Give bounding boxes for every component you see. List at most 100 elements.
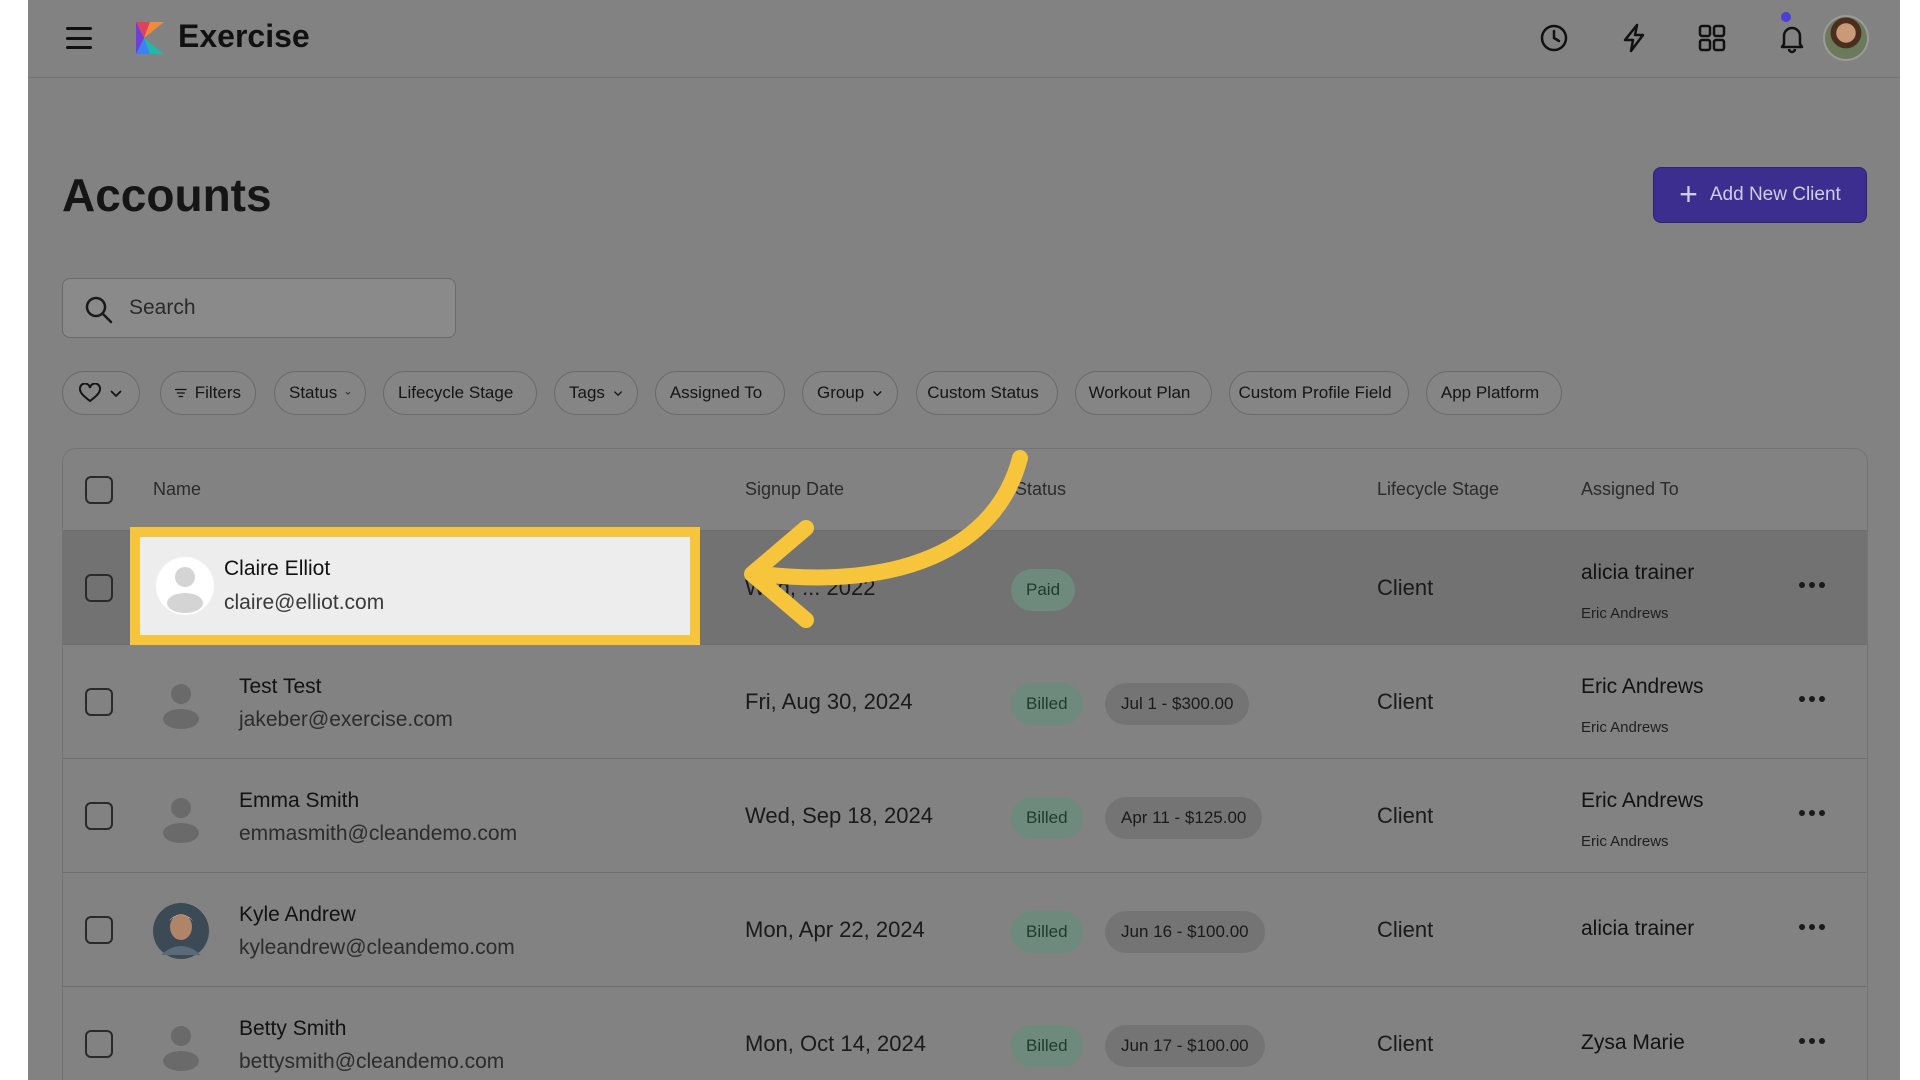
default-avatar-icon	[163, 798, 199, 843]
filter-chip-label: App Platform	[1440, 383, 1540, 402]
client-email: kyleandrew@cleandemo.com	[239, 936, 515, 959]
app-window: Exercise Accounts + Add New Client Filte…	[28, 0, 1900, 1080]
client-name[interactable]: Emma Smith	[239, 789, 359, 813]
signup-date: Mon, Apr 22, 2024	[745, 917, 925, 942]
filter-chip-label: Custom Status	[927, 383, 1039, 402]
custom-profile-field-filter-chip[interactable]: Custom Profile Field	[1229, 371, 1409, 415]
client-email: emmasmith@cleandemo.com	[239, 822, 518, 845]
table-row[interactable]: Kyle Andrew kyleandrew@cleandemo.com Mon…	[63, 873, 1867, 987]
invoice-badge: Apr 11 - $125.00	[1105, 797, 1263, 839]
apps-grid-icon[interactable]	[1692, 18, 1732, 58]
status-badge: Billed	[1011, 1025, 1083, 1067]
add-new-client-button[interactable]: + Add New Client	[1653, 167, 1867, 223]
favorites-filter-chip[interactable]	[62, 371, 140, 415]
row-checkbox[interactable]	[85, 802, 113, 830]
chevron-down-icon	[345, 391, 351, 395]
menu-icon[interactable]	[64, 24, 94, 52]
app-name: Exercise	[178, 18, 310, 54]
top-bar: Exercise	[28, 0, 1900, 78]
lightning-icon[interactable]	[1614, 18, 1654, 58]
invoice-badge: Jun 17 - $100.00	[1105, 1025, 1265, 1067]
filter-chip-label: Lifecycle Stage	[398, 383, 514, 402]
chevron-down-icon	[613, 391, 623, 397]
client-name[interactable]: Test Test	[239, 675, 321, 699]
more-options-icon[interactable]	[1799, 805, 1827, 821]
invoice-badge: Jun 16 - $100.00	[1105, 911, 1265, 953]
signup-date: Mon, Oct 14, 2024	[745, 1031, 926, 1056]
assigned-to: alicia trainer	[1581, 917, 1695, 940]
filter-chip-label: Workout Plan	[1088, 383, 1191, 402]
lifecycle-stage: Client	[1377, 917, 1434, 942]
signup-date: Wed, Sep 18, 2024	[745, 803, 933, 828]
chevron-down-icon	[873, 390, 882, 397]
assigned-to-secondary: Eric Andrews	[1581, 605, 1669, 622]
workout-plan-filter-chip[interactable]: Workout Plan	[1075, 371, 1212, 415]
notification-dot	[1781, 12, 1791, 22]
chevron-down-icon	[521, 392, 522, 394]
signup-date: Fri, Aug 30, 2024	[745, 689, 913, 714]
group-filter-chip[interactable]: Group	[802, 371, 898, 415]
more-options-icon[interactable]	[1799, 577, 1827, 593]
row-checkbox[interactable]	[85, 574, 113, 602]
assigned-to-filter-chip[interactable]: Assigned To	[655, 371, 785, 415]
assigned-to: Eric Andrews	[1581, 675, 1704, 698]
bell-icon[interactable]	[1772, 18, 1812, 58]
lifecycle-stage: Client	[1377, 1031, 1434, 1056]
status-badge: Billed	[1011, 911, 1083, 953]
default-avatar-icon	[163, 1026, 199, 1071]
lifecycle-stage: Client	[1377, 803, 1434, 828]
status-badge: Billed	[1011, 683, 1083, 725]
filter-chip-label: Custom Profile Field	[1238, 383, 1392, 402]
select-all-checkbox[interactable]	[85, 476, 113, 504]
assigned-to: Eric Andrews	[1581, 789, 1704, 812]
lifecycle-stage: Client	[1377, 689, 1434, 714]
default-avatar-icon	[163, 684, 199, 729]
row-checkbox[interactable]	[85, 916, 113, 944]
table-row[interactable]: Betty Smith bettysmith@cleandemo.com Mon…	[63, 987, 1867, 1080]
highlighted-client-cell[interactable]: Claire Elliot claire@elliot.com	[130, 527, 700, 645]
filter-chip-label: Assigned To	[669, 383, 763, 402]
assigned-to-secondary: Eric Andrews	[1581, 833, 1669, 850]
column-header-lifecycle-stage[interactable]: Lifecycle Stage	[1377, 479, 1499, 500]
custom-status-filter-chip[interactable]: Custom Status	[916, 371, 1058, 415]
invoice-badge: Jul 1 - $300.00	[1105, 683, 1250, 725]
more-options-icon[interactable]	[1799, 1033, 1827, 1049]
assigned-to: Zysa Marie	[1581, 1031, 1685, 1054]
filter-lines-icon	[175, 388, 187, 398]
history-icon[interactable]	[1534, 18, 1574, 58]
chevron-down-icon	[110, 390, 122, 398]
callout-arrow-icon	[744, 450, 1028, 628]
client-name[interactable]: Betty Smith	[239, 1017, 346, 1041]
search-icon	[85, 296, 113, 324]
client-name[interactable]: Kyle Andrew	[239, 903, 356, 927]
lifecycle-stage: Client	[1377, 575, 1434, 600]
table-row[interactable]: Test Test jakeber@exercise.com Fri, Aug …	[63, 645, 1867, 759]
plus-icon: +	[1679, 175, 1698, 212]
assigned-to: alicia trainer	[1581, 561, 1695, 584]
status-filter-chip[interactable]: Status	[274, 371, 366, 415]
more-options-icon[interactable]	[1799, 919, 1827, 935]
client-email: bettysmith@cleandemo.com	[239, 1050, 505, 1073]
client-email: jakeber@exercise.com	[239, 708, 453, 731]
page-title: Accounts	[62, 169, 272, 221]
filters-chip[interactable]: Filters	[160, 371, 256, 415]
user-avatar[interactable]	[1823, 15, 1869, 61]
row-checkbox[interactable]	[85, 1030, 113, 1058]
client-name[interactable]: Claire Elliot	[224, 557, 330, 581]
row-checkbox[interactable]	[85, 688, 113, 716]
status-badge: Billed	[1011, 797, 1083, 839]
tags-filter-chip[interactable]: Tags	[554, 371, 638, 415]
filter-chip-label: Status	[289, 383, 338, 402]
filter-chip-label: Group	[817, 383, 865, 402]
table-row[interactable]: Emma Smith emmasmith@cleandemo.com Wed, …	[63, 759, 1867, 873]
column-header-name[interactable]: Name	[153, 479, 201, 500]
client-email: claire@elliot.com	[224, 591, 385, 614]
app-platform-filter-chip[interactable]: App Platform	[1426, 371, 1562, 415]
search-input[interactable]	[129, 291, 439, 325]
column-header-assigned-to[interactable]: Assigned To	[1581, 479, 1679, 500]
lifecycle-stage-filter-chip[interactable]: Lifecycle Stage	[383, 371, 537, 415]
filter-chip-label: Tags	[569, 383, 605, 402]
more-options-icon[interactable]	[1799, 691, 1827, 707]
search-box	[62, 278, 456, 338]
default-avatar-icon	[156, 557, 214, 615]
